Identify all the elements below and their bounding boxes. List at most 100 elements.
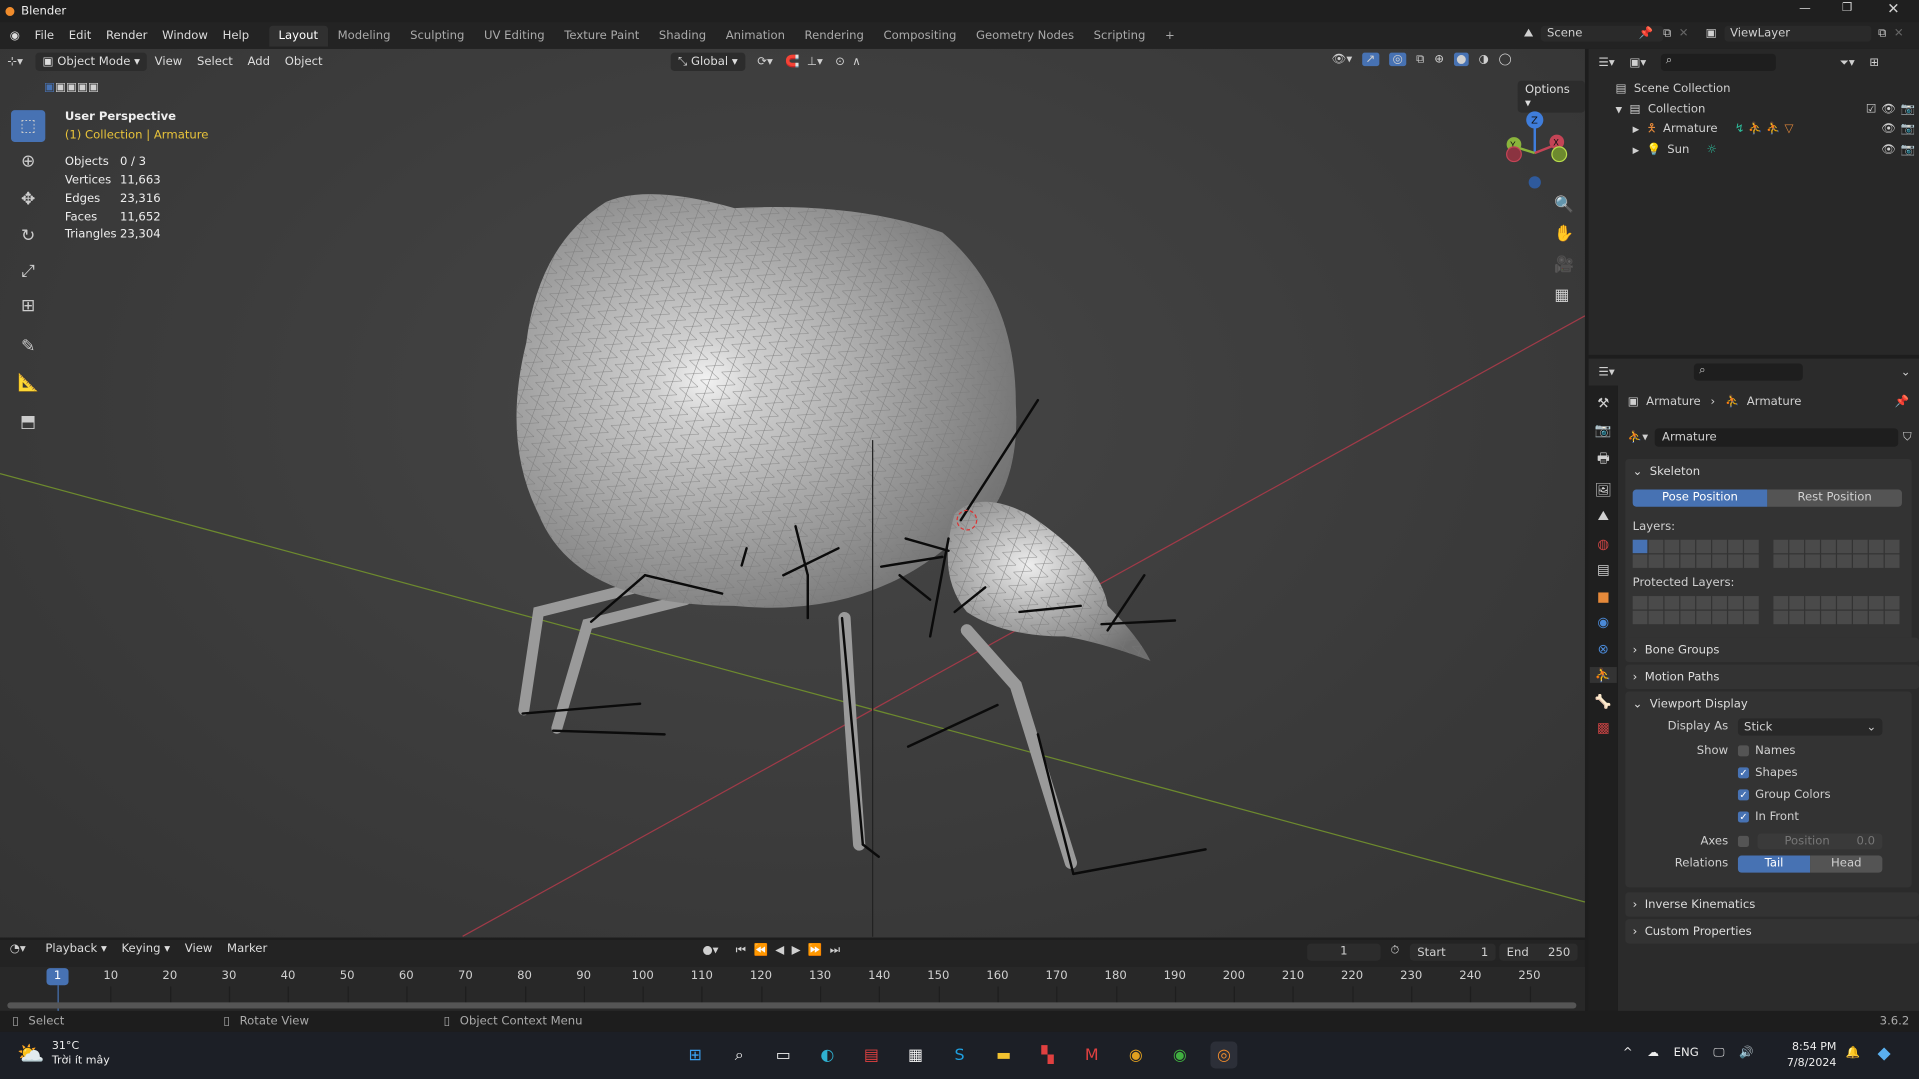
view-layer-icon[interactable]: ▣ — [1706, 27, 1717, 40]
menu-help[interactable]: Help — [215, 29, 256, 42]
menu-window[interactable]: Window — [155, 29, 216, 42]
physics-tab-icon[interactable]: ◉ — [1597, 614, 1609, 630]
prev-keyframe-icon[interactable]: ⏪ — [753, 944, 767, 957]
tab-geometry-nodes[interactable]: Geometry Nodes — [966, 25, 1084, 46]
protected-layers-grid-1[interactable] — [1632, 596, 1759, 625]
scale-tool[interactable]: ⤢ — [11, 256, 45, 288]
playhead-frame[interactable]: 1 — [46, 968, 69, 986]
select-mode-buttons[interactable]: ▣▣▣▣▣ — [44, 81, 99, 94]
view-layer-tab-icon[interactable]: 🖼 — [1595, 482, 1612, 498]
relations-tail-button[interactable]: Tail — [1737, 855, 1811, 873]
volume-icon[interactable]: 🔊 — [1739, 1046, 1753, 1059]
jump-end-icon[interactable]: ⏭ — [830, 944, 840, 957]
ortho-grid-icon[interactable]: ▦ — [1554, 286, 1569, 304]
new-view-layer-icon[interactable]: ⧉ — [1878, 27, 1886, 40]
keying-menu[interactable]: Keying ▾ — [114, 942, 177, 955]
overlay-toggle-icon[interactable]: ◎ — [1388, 52, 1407, 67]
camera-icon[interactable]: 📷 — [1901, 140, 1915, 160]
visibility-icon[interactable]: 👁▾ — [1332, 53, 1353, 66]
scene-icon[interactable]: ⛰ — [1524, 27, 1534, 40]
shapes-checkbox[interactable]: ✓ Shapes — [1737, 766, 1798, 780]
render-tab-icon[interactable]: 📷 — [1595, 422, 1612, 438]
tab-compositing[interactable]: Compositing — [874, 25, 966, 46]
view-layer-field[interactable]: ViewLayer — [1723, 25, 1871, 42]
display-mode-icon[interactable]: ▣▾ — [1629, 56, 1646, 69]
custom-properties-panel[interactable]: › Custom Properties — [1625, 919, 1919, 944]
minimize-button[interactable]: — — [1799, 2, 1811, 15]
language-indicator[interactable]: ENG — [1674, 1046, 1699, 1059]
start-frame-field[interactable]: Start 1 — [1409, 943, 1496, 961]
xray-icon[interactable]: ⧉ — [1416, 53, 1424, 66]
axes-checkbox[interactable] — [1737, 835, 1755, 848]
shading-rendered-icon[interactable]: ◯ — [1499, 53, 1512, 66]
camera-icon[interactable]: 📷 — [1901, 100, 1915, 120]
tab-sculpting[interactable]: Sculpting — [400, 25, 474, 46]
editor-type-icon[interactable]: ◔▾ — [10, 942, 26, 955]
outliner-item-sun[interactable]: ▶ 💡 Sun ☼ 👁 📷 — [1616, 140, 1916, 160]
shading-wireframe-icon[interactable]: ⊕ — [1434, 53, 1444, 66]
editor-type-icon[interactable]: ☰▾ — [1598, 365, 1614, 378]
shading-material-icon[interactable]: ◑ — [1479, 53, 1489, 66]
mode-dropdown[interactable]: ▣ Object Mode ▾ — [35, 52, 148, 71]
rotate-tool[interactable]: ↻ — [11, 220, 45, 252]
search-icon[interactable]: ⌕ — [726, 1042, 753, 1069]
outliner-scene-collection[interactable]: ▤ Scene Collection — [1616, 80, 1916, 100]
display-as-dropdown[interactable]: Stick ⌄ — [1737, 718, 1883, 736]
expand-arrow-icon[interactable]: ▶ — [1633, 120, 1640, 140]
exclude-checkbox[interactable]: ☑ — [1866, 100, 1876, 120]
eye-icon[interactable]: 👁 — [1881, 120, 1896, 140]
armature-name-field[interactable]: Armature — [1654, 428, 1899, 447]
tab-texture-paint[interactable]: Texture Paint — [554, 25, 649, 46]
names-checkbox[interactable]: Names — [1737, 744, 1795, 758]
menu-edit[interactable]: Edit — [61, 29, 98, 42]
collection-tab-icon[interactable]: ▤ — [1597, 562, 1610, 578]
pan-hand-icon[interactable]: ✋ — [1554, 225, 1574, 243]
file-explorer-icon[interactable]: ▬ — [990, 1042, 1017, 1069]
end-frame-field[interactable]: End 250 — [1499, 943, 1578, 961]
notification-icon[interactable]: 🔔 — [1846, 1046, 1860, 1059]
weather-widget[interactable]: ⛅ 31°C Trời ít mây — [17, 1039, 110, 1068]
tab-uv-editing[interactable]: UV Editing — [474, 25, 554, 46]
axes-position-field[interactable]: Position 0.0 — [1757, 833, 1883, 850]
viewport-display-header[interactable]: ⌄ Viewport Display — [1625, 692, 1911, 716]
falloff-icon[interactable]: ∧ — [852, 55, 861, 68]
app-icon[interactable]: ▚ — [1034, 1042, 1061, 1069]
pin-icon[interactable]: 📌 — [1639, 27, 1653, 40]
skype-icon[interactable]: S — [946, 1042, 973, 1069]
add-workspace-button[interactable]: + — [1155, 25, 1184, 46]
tab-layout[interactable]: Layout — [268, 25, 328, 46]
outliner-search-input[interactable]: ⌕ — [1660, 53, 1776, 71]
cloud-icon[interactable]: ☁ — [1647, 1046, 1659, 1059]
clock[interactable]: 8:54 PM 7/8/2024 — [1787, 1040, 1836, 1072]
tab-modeling[interactable]: Modeling — [328, 25, 400, 46]
scene-tab-icon[interactable]: ⛰ — [1598, 508, 1609, 525]
current-frame-field[interactable]: 1 — [1307, 943, 1381, 961]
expand-arrow-icon[interactable]: ▼ — [1616, 100, 1623, 120]
marker-menu[interactable]: Marker — [220, 942, 275, 955]
texture-tab-icon[interactable]: ▩ — [1597, 720, 1610, 736]
record-icon[interactable]: ●▾ — [703, 944, 719, 957]
properties-search-input[interactable]: ⌕ — [1694, 363, 1804, 381]
outliner-item-armature[interactable]: ▶ 🯅 Armature ↯ ⛹ ⛹ ▽ 👁 📷 — [1616, 120, 1916, 140]
move-tool[interactable]: ✥ — [11, 184, 45, 216]
orientation-dropdown[interactable]: ⤡ Global ▾ — [670, 52, 746, 71]
bone-groups-panel[interactable]: › Bone Groups — [1625, 637, 1919, 663]
bone-layers-grid-1[interactable] — [1632, 539, 1759, 568]
shading-solid-icon[interactable]: ● — [1453, 52, 1469, 67]
copilot-icon[interactable]: ◆ — [1877, 1044, 1890, 1064]
chrome-icon[interactable]: ◉ — [1122, 1042, 1149, 1069]
sun-data-icon[interactable]: ☼ — [1706, 140, 1716, 160]
protected-layers-grid-2[interactable] — [1773, 596, 1900, 625]
add-cube-tool[interactable]: ⬒ — [11, 406, 45, 438]
delete-scene-icon[interactable]: ✕ — [1679, 27, 1689, 40]
constraints-tab-icon[interactable]: ⊗ — [1598, 641, 1609, 657]
inverse-kinematics-panel[interactable]: › Inverse Kinematics — [1625, 892, 1919, 917]
relations-head-button[interactable]: Head — [1810, 855, 1883, 873]
app-icon[interactable]: ▤ — [858, 1042, 885, 1069]
object-tab-icon[interactable]: ■ — [1597, 588, 1610, 604]
snap-icon[interactable]: 🧲 — [785, 55, 799, 68]
timeline-scrollbar[interactable] — [7, 1002, 1577, 1009]
camera-view-icon[interactable]: 🎥 — [1554, 256, 1574, 274]
new-collection-icon[interactable]: ⊞ — [1869, 56, 1879, 69]
chrome-icon[interactable]: ◉ — [1166, 1042, 1193, 1069]
